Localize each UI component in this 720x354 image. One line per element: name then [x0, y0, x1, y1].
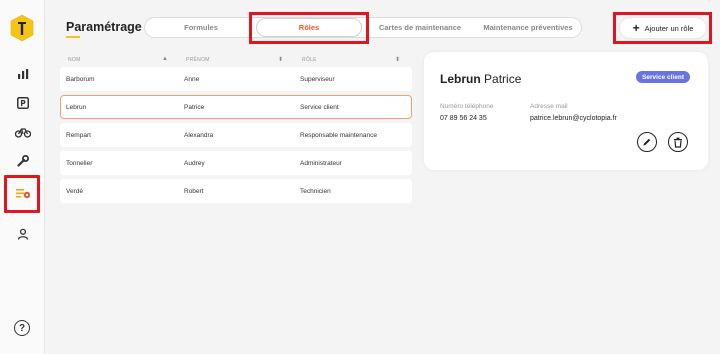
role-badge: Service client	[636, 71, 690, 83]
cell-nom: Barborum	[66, 75, 95, 83]
detail-first-name: Patrice	[484, 72, 522, 86]
column-header-role[interactable]: RÔLE	[302, 57, 317, 63]
sidebar: P ?	[0, 0, 45, 354]
plus-icon: +	[632, 21, 640, 35]
parking-icon[interactable]: P	[0, 91, 45, 115]
column-header-nom[interactable]: NOM	[68, 57, 81, 63]
chart-icon[interactable]	[0, 62, 45, 86]
bike-icon[interactable]	[0, 120, 45, 144]
cell-nom: Rempart	[66, 131, 91, 139]
table-row[interactable]: Barborum Anne Superviseur	[60, 67, 412, 91]
cell-nom: Tonnelier	[66, 159, 93, 167]
trash-icon	[674, 137, 682, 148]
tab-cartes-maintenance[interactable]: Cartes de maintenance	[371, 18, 469, 37]
settings-list-icon[interactable]	[0, 181, 45, 205]
help-icon[interactable]: ?	[14, 320, 30, 336]
phone-value: 07 89 56 24 35	[440, 115, 487, 122]
user-icon[interactable]	[0, 222, 45, 246]
page-title: Paramétrage	[66, 20, 142, 34]
cell-role: Technicien	[300, 187, 331, 195]
sort-up-icon[interactable]: ▲	[162, 56, 168, 62]
cell-role: Responsable maintenance	[300, 131, 377, 139]
table-row[interactable]: Rempart Alexandra Responsable maintenanc…	[60, 123, 412, 147]
svg-text:P: P	[20, 99, 26, 108]
cell-nom: Verdé	[66, 187, 83, 195]
cell-prenom: Patrice	[184, 103, 205, 111]
detail-last-name: Lebrun	[440, 72, 481, 86]
delete-button[interactable]	[668, 132, 688, 152]
table-header: NOM ▲ PRÉNOM ⬍ RÔLE ⬍	[60, 55, 412, 67]
cell-nom: Lebrun	[66, 103, 87, 111]
cell-prenom: Audrey	[184, 159, 205, 167]
sort-icon[interactable]: ⬍	[395, 56, 400, 63]
table-row-selected[interactable]: Lebrun Patrice Service client	[60, 95, 412, 119]
cell-role: Service client	[300, 103, 339, 111]
add-role-label: Ajouter un rôle	[644, 23, 694, 33]
cell-prenom: Alexandra	[184, 131, 214, 139]
phone-label: Numéro téléphone	[440, 103, 494, 110]
email-value: patrice.lebrun@cyclotopia.fr	[530, 115, 617, 122]
table-row[interactable]: Verdé Robert Technicien	[60, 179, 412, 203]
sort-icon[interactable]: ⬍	[278, 56, 283, 63]
email-label: Adresse mail	[530, 103, 568, 110]
add-role-button[interactable]: + Ajouter un rôle	[620, 18, 706, 38]
tab-roles-highlight	[249, 12, 369, 44]
logo-icon[interactable]	[10, 14, 34, 42]
cell-role: Superviseur	[300, 75, 335, 83]
detail-card: Lebrun Patrice Service client Numéro tél…	[424, 52, 708, 170]
cell-prenom: Robert	[184, 187, 204, 195]
title-underline	[66, 36, 80, 38]
table-row[interactable]: Tonnelier Audrey Administrateur	[60, 151, 412, 175]
cell-prenom: Anne	[184, 75, 200, 83]
detail-name: Lebrun Patrice	[440, 72, 521, 86]
tab-formules[interactable]: Formules	[145, 18, 257, 37]
pencil-icon	[643, 138, 651, 146]
column-header-prenom[interactable]: PRÉNOM	[186, 57, 210, 63]
wrench-icon[interactable]	[0, 149, 45, 173]
tab-maintenance-preventives[interactable]: Maintenance préventives	[475, 18, 581, 37]
cell-role: Administrateur	[300, 159, 342, 167]
edit-button[interactable]	[637, 132, 657, 152]
